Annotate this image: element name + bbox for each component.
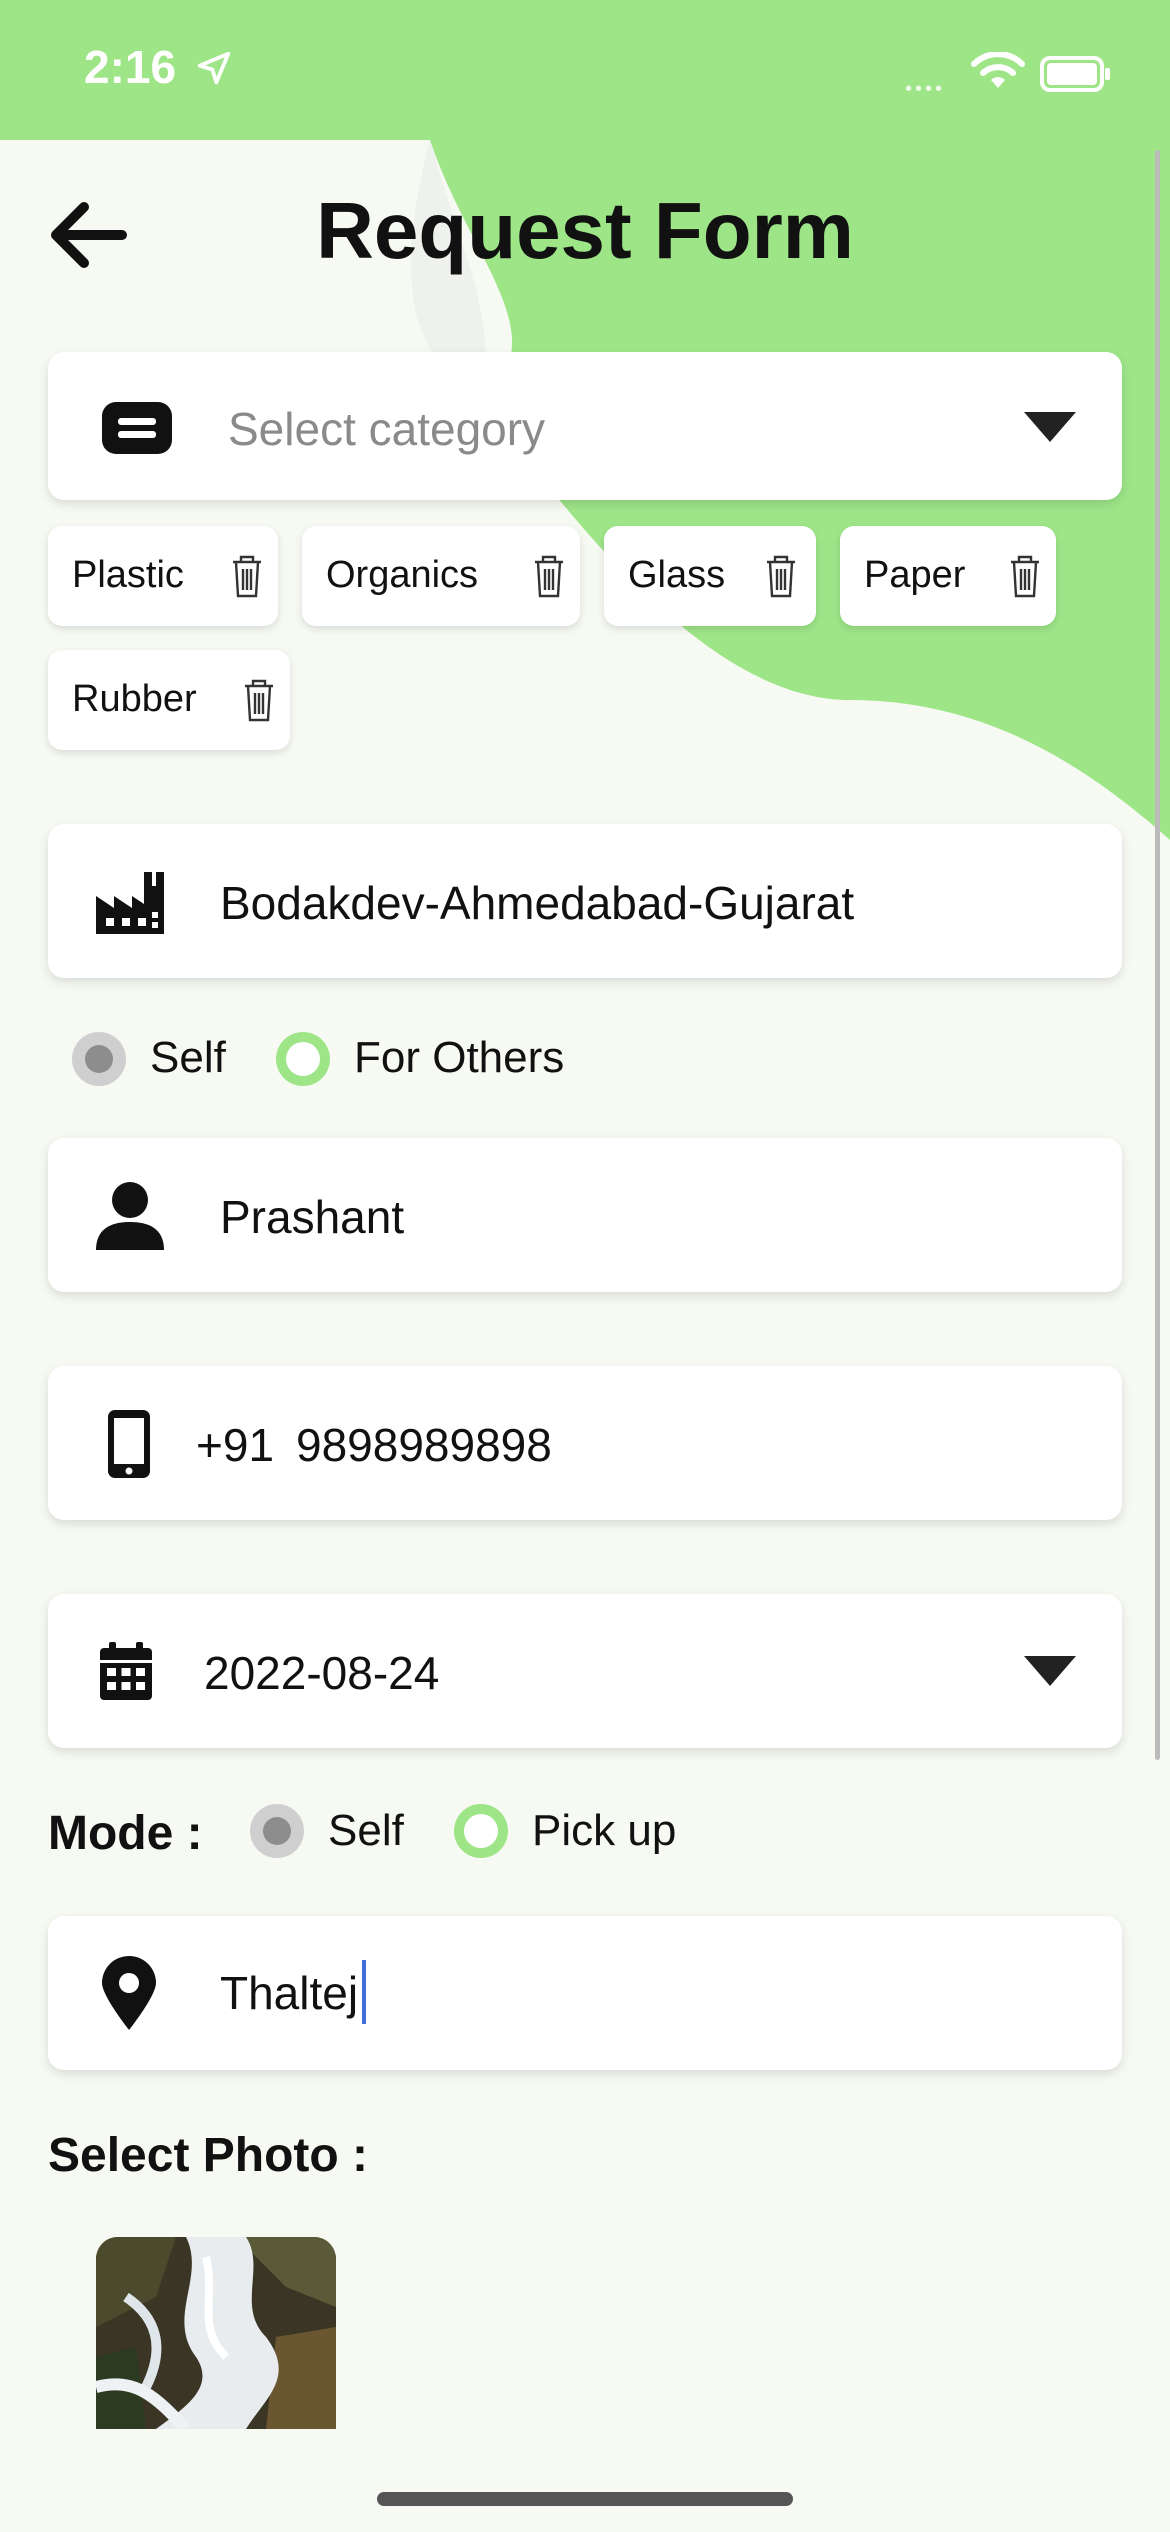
chip-label: Organics [326,554,479,596]
category-chip-organics: Organics [302,526,580,626]
category-chip-plastic: Plastic [48,526,278,626]
radio-self-label: Self [150,1033,226,1082]
text-cursor [362,1960,366,2024]
category-select[interactable]: Select category [48,352,1122,500]
chevron-down-icon[interactable] [1024,1656,1076,1686]
phone-country-code: +91 [196,1419,275,1471]
scroll-indicator[interactable] [1155,150,1160,1760]
home-indicator [377,2492,793,2506]
date-value: 2022-08-24 [204,1647,440,1699]
radio-for-others-label: For Others [354,1033,565,1082]
category-placeholder: Select category [228,403,546,455]
chip-label: Glass [628,554,726,596]
cellular-signal-icon: •••• [905,78,946,100]
map-pin-icon [102,1956,156,2030]
trash-icon[interactable] [764,554,798,598]
mobile-phone-icon [108,1410,150,1478]
mode-radio-self-label: Self [328,1806,404,1855]
address-field[interactable]: Thaltej [48,1916,1122,2070]
phone-field[interactable]: +91 9898989898 [48,1366,1122,1520]
radio-for-others[interactable] [276,1032,330,1086]
category-chip-glass: Glass [604,526,816,626]
location-arrow-icon [197,51,231,85]
mode-radio-pickup[interactable] [454,1804,508,1858]
location-value: Bodakdev-Ahmedabad-Gujarat [220,877,855,929]
select-photo-label: Select Photo : [48,2129,369,2182]
name-value: Prashant [220,1191,405,1243]
category-chip-rubber: Rubber [48,650,290,750]
mode-radio-pickup-label: Pick up [532,1806,677,1855]
name-field[interactable]: Prashant [48,1138,1122,1292]
selected-photo-thumbnail[interactable] [96,2237,336,2429]
calendar-icon [100,1642,152,1700]
factory-icon [96,872,164,934]
category-chip-paper: Paper [840,526,1056,626]
category-icon [102,402,172,454]
mode-radio-self[interactable] [250,1804,304,1858]
chip-label: Plastic [72,554,184,596]
chip-label: Rubber [72,678,197,720]
trash-icon[interactable] [1008,554,1042,598]
trash-icon[interactable] [230,554,264,598]
trash-icon[interactable] [532,554,566,598]
page-title: Request Form [316,186,854,275]
address-value[interactable]: Thaltej [220,1966,358,2020]
chevron-down-icon[interactable] [1024,412,1076,442]
status-time: 2:16 [84,40,233,94]
battery-icon [1040,56,1110,92]
chip-label: Paper [864,554,966,596]
phone-number: 9898989898 [296,1419,552,1471]
trash-icon[interactable] [242,678,276,722]
wifi-icon [971,52,1025,88]
mode-label: Mode : [48,1807,203,1860]
radio-self[interactable] [72,1032,126,1086]
person-icon [96,1182,164,1250]
waterfall-photo [96,2237,336,2429]
date-field[interactable]: 2022-08-24 [48,1594,1122,1748]
location-field[interactable]: Bodakdev-Ahmedabad-Gujarat [48,824,1122,978]
